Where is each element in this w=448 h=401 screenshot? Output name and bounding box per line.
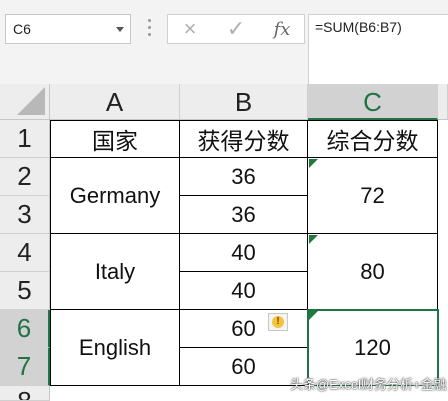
cell-country[interactable]: English [50, 310, 180, 386]
column-header-c[interactable]: C [308, 84, 438, 120]
insert-function-icon[interactable]: fx [260, 15, 304, 43]
cancel-icon[interactable]: × [168, 15, 212, 43]
header-score[interactable]: 获得分数 [180, 120, 308, 158]
error-indicator-icon [309, 235, 318, 244]
row-header-8[interactable]: 8 [0, 386, 50, 401]
spreadsheet-grid: A B C 1 2 3 4 5 6 7 8 国家 获得分数 综合分数 Germa… [0, 84, 448, 401]
column-header-d[interactable] [438, 84, 448, 120]
row-header-6[interactable]: 6 [0, 310, 50, 348]
cell-score[interactable]: 36 [180, 158, 308, 196]
cell-score[interactable]: 60 [180, 310, 308, 348]
error-options-button[interactable]: ! [268, 313, 288, 331]
drag-handle-icon[interactable] [148, 19, 152, 39]
cell-score[interactable]: 36 [180, 196, 308, 234]
cell-total[interactable]: 80 [308, 234, 438, 310]
cell-score[interactable]: 60 [180, 348, 308, 386]
select-all-button[interactable] [0, 84, 50, 120]
formula-buttons: × ✓ fx [167, 14, 305, 44]
column-header-a[interactable]: A [50, 84, 180, 120]
cell-total-value: 80 [360, 258, 385, 284]
chevron-down-icon[interactable] [116, 27, 124, 32]
row-header-7[interactable]: 7 [0, 348, 50, 386]
row-header-5[interactable]: 5 [0, 272, 50, 310]
header-country[interactable]: 国家 [50, 120, 180, 158]
column-header-b[interactable]: B [180, 84, 308, 120]
row-header-3[interactable]: 3 [0, 196, 50, 234]
cell-score[interactable]: 40 [180, 272, 308, 310]
header-total[interactable]: 综合分数 [308, 120, 438, 158]
formula-bar: C6 × ✓ fx =SUM(B6:B7) [0, 0, 448, 85]
cell-total-value: 120 [354, 334, 391, 360]
enter-icon[interactable]: ✓ [214, 15, 258, 43]
row-header-2[interactable]: 2 [0, 158, 50, 196]
cell-total-value: 72 [360, 182, 385, 208]
cell-total[interactable]: 72 [308, 158, 438, 234]
formula-input[interactable]: =SUM(B6:B7) [308, 14, 448, 84]
warning-icon: ! [272, 316, 284, 328]
row-header-4[interactable]: 4 [0, 234, 50, 272]
cell-country[interactable]: Italy [50, 234, 180, 310]
select-all-icon [17, 87, 45, 115]
watermark: 头条@Excel财务分析+金融 [290, 377, 447, 392]
error-indicator-icon [309, 159, 318, 168]
row-header-1[interactable]: 1 [0, 120, 50, 158]
cell-country[interactable]: Germany [50, 158, 180, 234]
name-box-value: C6 [13, 21, 31, 37]
name-box[interactable]: C6 [5, 14, 131, 44]
cell-score[interactable]: 40 [180, 234, 308, 272]
error-indicator-icon [309, 311, 318, 320]
